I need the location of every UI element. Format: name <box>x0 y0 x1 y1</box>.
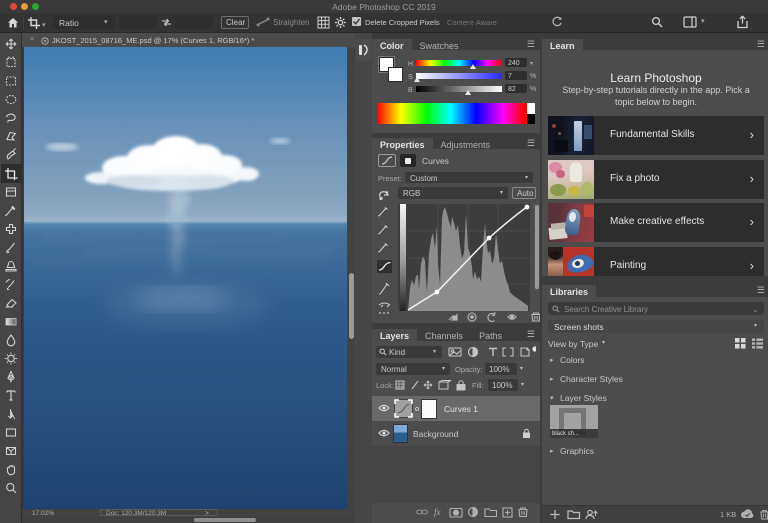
svg-text:fx: fx <box>434 507 441 517</box>
